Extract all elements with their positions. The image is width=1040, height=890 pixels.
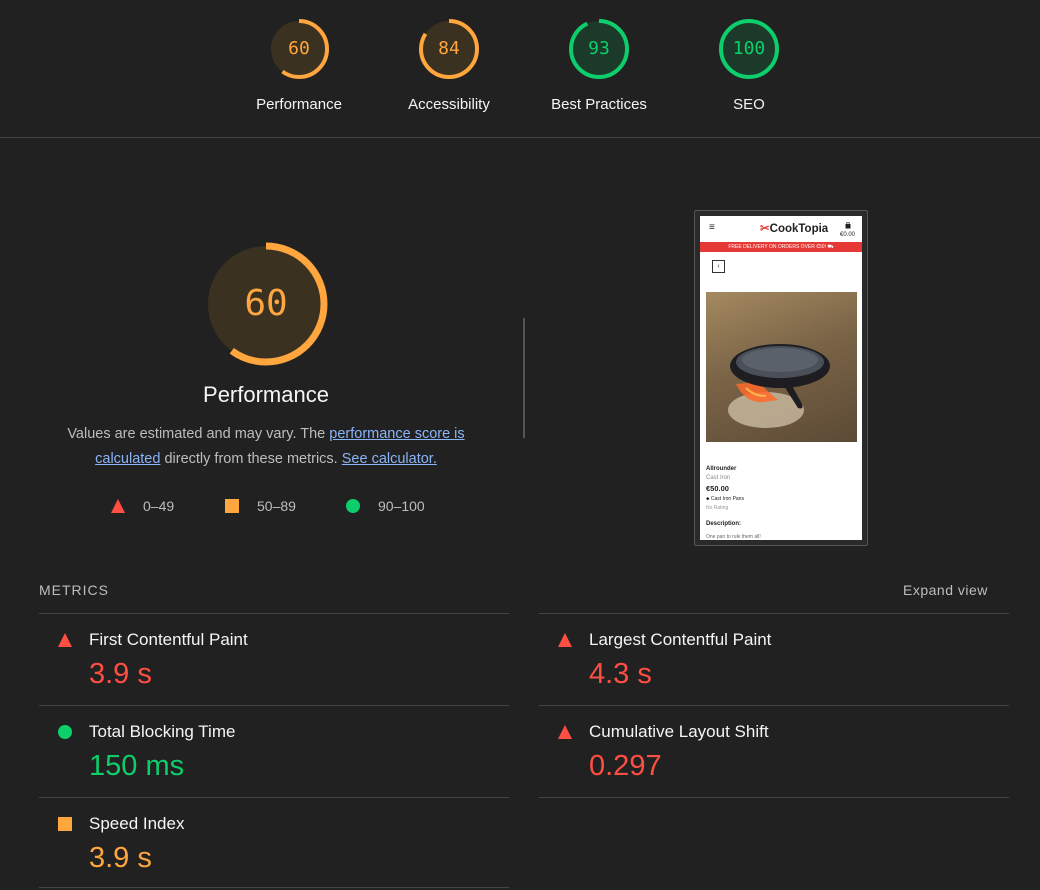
screenshot-page: ≡ ✂CookTopia €0.00 FREE DELIVERY ON ORDE… [700, 216, 862, 540]
metric-largest-contentful-paint: Largest Contentful Paint 4.3 s [539, 613, 1009, 705]
score-gauge-accessibility[interactable]: 84 Accessibility [379, 18, 519, 113]
triangle-icon [558, 633, 572, 647]
logo-mark: ✂ [760, 223, 770, 235]
metric-value: 150 ms [89, 750, 185, 782]
description-text: Values are estimated and may vary. The [67, 426, 330, 442]
metric-speed-index: Speed Index 3.9 s [39, 797, 509, 889]
score-label: Performance [256, 96, 342, 113]
metric-name: Total Blocking Time [89, 722, 236, 741]
description-text: One pan to rule them all! [706, 534, 761, 540]
square-icon [225, 499, 239, 513]
divider [39, 887, 509, 888]
metric-name: First Contentful Paint [89, 630, 248, 649]
performance-gauge: 60 [202, 242, 330, 370]
site-header: ≡ ✂CookTopia €0.00 [700, 216, 862, 242]
product-name: Allrounder [706, 466, 737, 472]
score-value: 84 [438, 38, 460, 59]
legend-item-fail: 0–49 [110, 496, 210, 516]
menu-icon: ≡ [709, 222, 715, 233]
metric-name: Largest Contentful Paint [589, 630, 772, 649]
metric-divider [539, 797, 1009, 799]
cart: €0.00 [840, 221, 856, 239]
performance-title: Performance [203, 382, 329, 407]
metric-value: 3.9 s [89, 842, 152, 874]
triangle-icon [558, 725, 572, 739]
triangle-icon [111, 499, 125, 513]
legend-item-average: 50–89 [224, 496, 324, 516]
metric-cumulative-layout-shift: Cumulative Layout Shift 0.297 [539, 705, 1009, 797]
final-screenshot[interactable]: ≡ ✂CookTopia €0.00 FREE DELIVERY ON ORDE… [694, 210, 868, 546]
legend-range: 50–89 [257, 498, 296, 514]
product-price: €50.00 [706, 484, 729, 493]
legend-range: 0–49 [143, 498, 175, 514]
product-category: Cast Iron [706, 475, 731, 481]
score-label: Accessibility [408, 96, 490, 113]
metric-value: 3.9 s [89, 658, 152, 690]
metric-total-blocking-time: Total Blocking Time 150 ms [39, 705, 509, 797]
triangle-icon [58, 633, 72, 647]
back-icon: ‹ [712, 260, 725, 273]
logo-text: CookTopia [769, 223, 829, 235]
expand-view-toggle[interactable]: Expand view [903, 582, 988, 598]
product-tag: ⬥ Cast Iron Pans [706, 496, 744, 502]
metric-first-contentful-paint: First Contentful Paint 3.9 s [39, 613, 509, 705]
performance-description: Values are estimated and may vary. The p… [48, 422, 484, 472]
product-rating: No Rating [706, 505, 729, 511]
score-label: SEO [733, 96, 765, 113]
score-gauge-performance[interactable]: 60 Performance [229, 18, 369, 113]
square-icon [58, 817, 72, 831]
description-heading: Description: [706, 521, 742, 527]
site-logo: ✂CookTopia [760, 221, 828, 235]
product-image [706, 292, 857, 442]
circle-icon [346, 499, 360, 513]
description-text: directly from these metrics. [160, 451, 342, 467]
score-gauge-seo[interactable]: 100 SEO [679, 18, 819, 113]
performance-score-value: 60 [244, 283, 288, 324]
divider [523, 318, 525, 438]
bag-icon [845, 221, 850, 229]
score-summary-bar: 60 Performance 84 Accessibility 93 Best … [0, 0, 1040, 138]
see-calculator-link[interactable]: See calculator. [342, 451, 437, 467]
skillet-image [728, 344, 830, 428]
score-value: 93 [588, 38, 610, 59]
score-value: 60 [288, 38, 310, 59]
metrics-heading: METRICS [39, 582, 109, 598]
score-gauge-best-practices[interactable]: 93 Best Practices [529, 18, 669, 113]
legend-range: 90–100 [378, 498, 425, 514]
metric-name: Cumulative Layout Shift [589, 722, 769, 741]
score-value: 100 [732, 38, 766, 59]
metric-name: Speed Index [89, 814, 185, 833]
delivery-banner: FREE DELIVERY ON ORDERS OVER €50! ⛟ [700, 242, 862, 252]
metric-value: 0.297 [589, 750, 662, 782]
metric-value: 4.3 s [589, 658, 652, 690]
legend-item-pass: 90–100 [345, 496, 445, 516]
score-label: Best Practices [551, 96, 647, 113]
circle-icon [58, 725, 72, 739]
cart-total: €0.00 [840, 232, 856, 238]
